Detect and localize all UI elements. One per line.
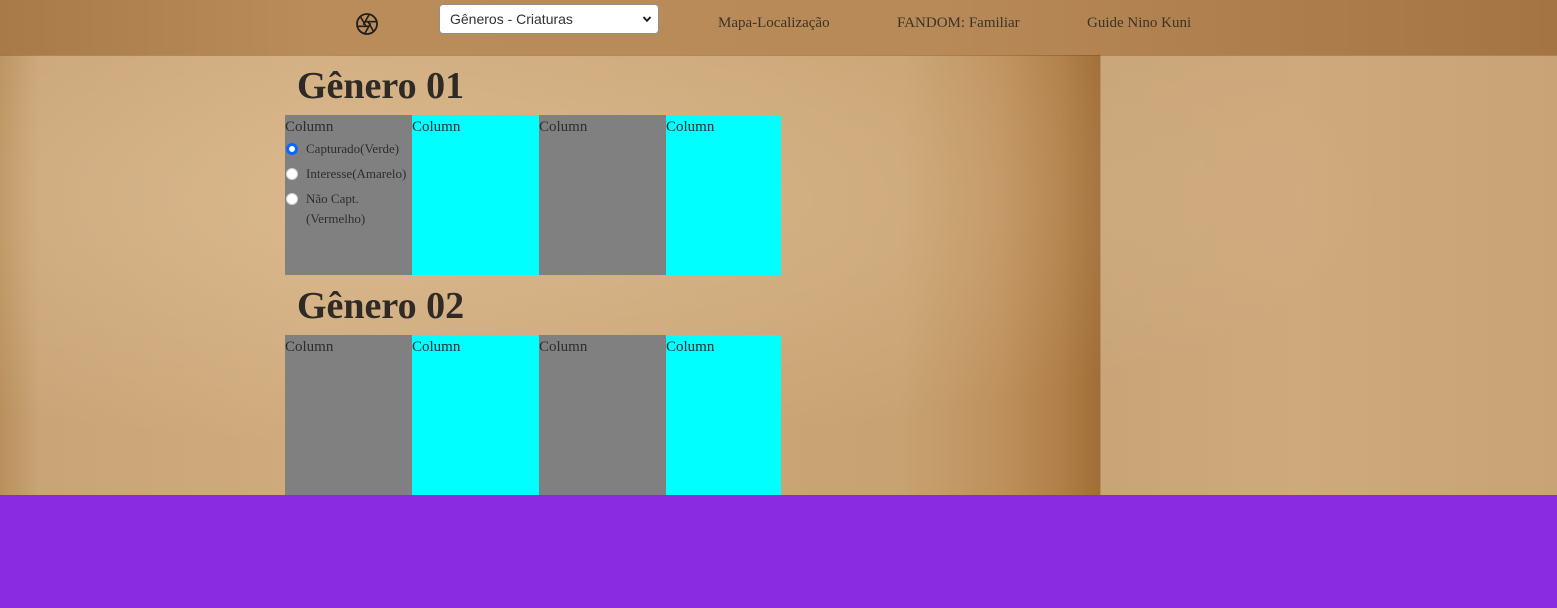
section-2-title: Gênero 02 — [297, 285, 465, 327]
radio-interesse[interactable]: Interesse(Amarelo) — [285, 164, 406, 184]
column-label: Column — [412, 119, 461, 135]
column-label: Column — [666, 339, 715, 355]
nav-link-fandom-familiar[interactable]: FANDOM: Familiar — [897, 15, 1020, 32]
column-label: Column — [539, 119, 588, 135]
top-navbar: Gêneros - Criaturas Mapa-Localização FAN… — [0, 0, 1557, 55]
column-label: Column — [285, 339, 334, 355]
nav-link-mapa-localizacao[interactable]: Mapa-Localização — [718, 15, 830, 32]
section-2-column-4: Column — [666, 335, 781, 495]
background-shade — [1000, 55, 1100, 495]
radio-button-capturado[interactable] — [286, 143, 298, 155]
footer-bar — [0, 495, 1557, 608]
genre-select[interactable]: Gêneros - Criaturas — [439, 4, 659, 34]
genre-select-value: Gêneros - Criaturas — [450, 11, 573, 27]
radio-button-nao-capturado[interactable] — [286, 193, 298, 205]
column-label: Column — [412, 339, 461, 355]
radio-capturado[interactable]: Capturado(Verde) — [285, 139, 399, 159]
radio-label-nao-capturado: Não Capt. (Vermelho) — [306, 189, 365, 229]
section-2-column-2: Column — [412, 335, 539, 495]
chevron-down-icon — [642, 16, 652, 23]
nav-link-guide-nino-kuni[interactable]: Guide Nino Kuni — [1087, 15, 1191, 32]
radio-nao-capturado[interactable]: Não Capt. (Vermelho) — [285, 189, 365, 229]
section-1-title: Gênero 01 — [297, 65, 465, 107]
column-label: Column — [285, 119, 334, 135]
radio-button-interesse[interactable] — [286, 168, 298, 180]
column-label: Column — [666, 119, 715, 135]
section-1-column-4: Column — [666, 115, 781, 275]
section-2-column-3: Column — [539, 335, 666, 495]
radio-label-interesse: Interesse(Amarelo) — [306, 166, 407, 181]
radio-label-capturado: Capturado(Verde) — [306, 141, 400, 156]
aperture-icon[interactable] — [355, 12, 379, 36]
section-1-column-2: Column — [412, 115, 539, 275]
section-1-column-1: Column Capturado(Verde) Interesse(Amarel… — [285, 115, 412, 275]
section-2-column-1: Column — [285, 335, 412, 495]
radio-label-line-2: (Vermelho) — [306, 211, 366, 226]
section-1-column-3: Column — [539, 115, 666, 275]
column-label: Column — [539, 339, 588, 355]
radio-label-line-1: Não Capt. — [306, 191, 359, 206]
